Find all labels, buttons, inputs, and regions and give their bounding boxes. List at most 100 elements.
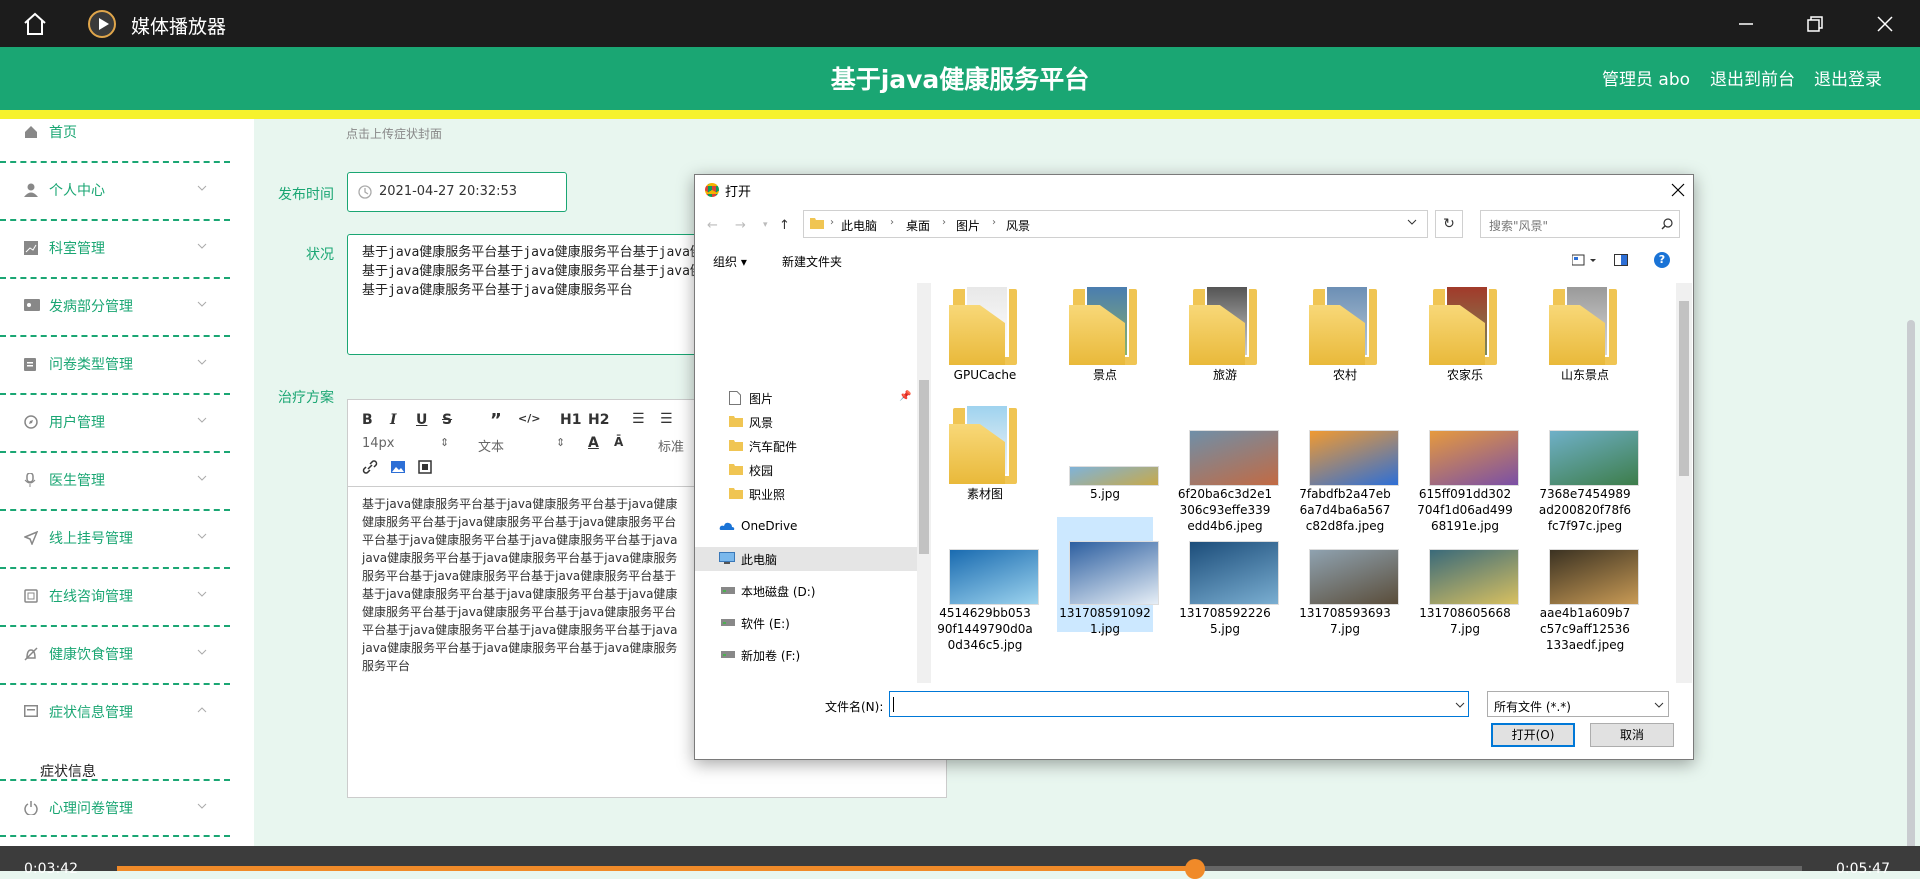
- heading1-button[interactable]: H1: [560, 412, 581, 428]
- image-file-item[interactable]: 7368e7454989ad200820f78f6fc7f97c.jpeg: [1537, 398, 1639, 533]
- image-file-item[interactable]: 5.jpg: [1057, 398, 1159, 513]
- background-color-icon[interactable]: Ā: [614, 435, 623, 449]
- folder-item[interactable]: GPUCache: [937, 283, 1033, 394]
- page-scrollbar[interactable]: [1900, 120, 1920, 860]
- close-icon[interactable]: [1873, 12, 1897, 36]
- file-type-select[interactable]: 所有文件 (*.*): [1487, 691, 1669, 717]
- sidebar-item-online-consult[interactable]: 在线咨询管理: [0, 569, 230, 627]
- sidebar-item-disease[interactable]: 发病部分管理: [0, 279, 230, 337]
- underline-button[interactable]: U: [416, 412, 427, 428]
- italic-button[interactable]: I: [390, 412, 397, 428]
- image-file-item[interactable]: 6f20ba6c3d2e1306c93effe339edd4b6.jpeg: [1177, 398, 1279, 533]
- back-arrow-icon[interactable]: ←: [707, 218, 718, 233]
- breadcrumb-item[interactable]: 桌面: [906, 217, 930, 234]
- status-textarea[interactable]: 基于java健康服务平台基于java健康服务平台基于java健 基于java健康…: [347, 234, 707, 355]
- breadcrumb-item[interactable]: 风景: [1006, 217, 1030, 234]
- file-name: 素材图: [966, 487, 1003, 501]
- image-file-item[interactable]: 615ff091dd302704f1d06ad49968191e.jpg: [1417, 398, 1519, 533]
- folder-item[interactable]: 山东景点: [1537, 283, 1633, 394]
- tree-item-folder[interactable]: 风景: [695, 410, 917, 434]
- address-bar[interactable]: › 此电脑 › 桌面 › 图片 › 风景: [803, 210, 1428, 238]
- chevron-down-icon[interactable]: [1455, 702, 1465, 708]
- filename-input[interactable]: [889, 691, 1469, 717]
- folder-item[interactable]: 素材图: [937, 398, 1033, 513]
- image-file-item[interactable]: 7fabdfb2a47eb6a7d4ba6a567c82d8fa.jpeg: [1297, 398, 1399, 533]
- title-style-select[interactable]: 标准: [658, 436, 684, 455]
- video-icon[interactable]: [418, 460, 432, 474]
- folder-item[interactable]: 农家乐: [1417, 283, 1513, 394]
- image-file-item[interactable]: 1317085936937.jpg: [1297, 517, 1399, 636]
- progress-bar[interactable]: [117, 859, 1802, 879]
- font-size-select[interactable]: 14px: [362, 436, 395, 451]
- tree-scrollbar[interactable]: [917, 283, 931, 683]
- tree-item-onedrive[interactable]: OneDrive: [695, 515, 917, 539]
- tree-item-drive[interactable]: 本地磁盘 (D:): [695, 579, 917, 603]
- bold-button[interactable]: B: [362, 412, 373, 428]
- minimize-icon[interactable]: [1734, 12, 1758, 36]
- bullet-list-icon[interactable]: ☰: [660, 411, 673, 427]
- image-file-item[interactable]: aae4b1a609b7c57c9aff12536133aedf.jpeg: [1537, 517, 1639, 652]
- folder-item[interactable]: 旅游: [1177, 283, 1273, 394]
- strikethrough-button[interactable]: S: [442, 412, 452, 428]
- recent-chevron-icon[interactable]: ▾: [763, 220, 768, 230]
- organize-button[interactable]: 组织 ▾: [713, 253, 747, 270]
- file-grid-scrollbar[interactable]: [1676, 283, 1692, 683]
- new-folder-button[interactable]: 新建文件夹: [782, 253, 842, 270]
- sidebar-item-doctors[interactable]: 医生管理: [0, 453, 230, 511]
- image-file-item[interactable]: 4514629bb05390f1449790d0a0d346c5.jpg: [937, 517, 1039, 652]
- heading2-button[interactable]: H2: [588, 412, 609, 428]
- tree-item-drive[interactable]: 新加卷 (F:): [695, 643, 917, 667]
- breadcrumb-item[interactable]: 此电脑: [841, 217, 877, 234]
- sidebar-item-questionnaire-type[interactable]: 问卷类型管理: [0, 337, 230, 395]
- text-style-select[interactable]: 文本: [478, 436, 504, 455]
- page-scrollbar-thumb[interactable]: [1907, 320, 1915, 860]
- sidebar-subitem-symptom[interactable]: 症状信息: [40, 761, 96, 781]
- preview-pane-icon[interactable]: [1614, 254, 1628, 266]
- tree-item-drive[interactable]: 软件 (E:): [695, 611, 917, 635]
- tree-item-folder[interactable]: 校园: [695, 458, 917, 482]
- logout-link[interactable]: 退出登录: [1814, 65, 1882, 90]
- up-arrow-icon[interactable]: ↑: [779, 218, 790, 233]
- refresh-button[interactable]: ↻: [1435, 210, 1463, 238]
- sidebar-item-department[interactable]: 科室管理: [0, 221, 230, 279]
- file-grid-scrollbar-thumb[interactable]: [1679, 301, 1689, 476]
- sidebar-item-label: 线上挂号管理: [49, 531, 133, 547]
- tree-item-pictures[interactable]: 图片 📌: [695, 386, 917, 410]
- sidebar-item-personal[interactable]: 个人中心: [0, 163, 230, 221]
- progress-knob[interactable]: [1185, 859, 1205, 879]
- help-icon[interactable]: ?: [1654, 252, 1670, 268]
- tree-item-this-pc[interactable]: 此电脑: [695, 547, 917, 571]
- tree-item-folder[interactable]: 职业照: [695, 482, 917, 506]
- back-to-front-link[interactable]: 退出到前台: [1710, 65, 1795, 90]
- home-icon[interactable]: [22, 11, 48, 37]
- sidebar-item-home[interactable]: 首页: [0, 119, 230, 163]
- tree-scrollbar-thumb[interactable]: [919, 380, 929, 554]
- sidebar-item-online-register[interactable]: 线上挂号管理: [0, 511, 230, 569]
- cancel-button[interactable]: 取消: [1590, 723, 1674, 747]
- image-file-item[interactable]: 1317085910921.jpg: [1057, 517, 1159, 636]
- breadcrumb-item[interactable]: 图片: [956, 217, 980, 234]
- link-icon[interactable]: [362, 460, 378, 474]
- sidebar-item-users[interactable]: 用户管理: [0, 395, 230, 453]
- restore-icon[interactable]: [1803, 12, 1827, 36]
- code-icon[interactable]: </>: [518, 412, 540, 425]
- close-icon[interactable]: [1671, 183, 1685, 197]
- chevron-down-icon[interactable]: [1407, 219, 1417, 225]
- publish-time-input[interactable]: 2021-04-27 20:32:53: [347, 172, 567, 212]
- ordered-list-icon[interactable]: ☰: [632, 411, 645, 427]
- view-options-icon[interactable]: [1572, 254, 1598, 266]
- image-icon[interactable]: [390, 460, 406, 474]
- quote-icon[interactable]: ”: [490, 410, 502, 431]
- tree-item-folder[interactable]: 汽车配件: [695, 434, 917, 458]
- forward-arrow-icon[interactable]: →: [735, 218, 746, 233]
- image-file-item[interactable]: 1317086056687.jpg: [1417, 517, 1519, 636]
- open-button[interactable]: 打开(O): [1491, 723, 1575, 747]
- image-file-item[interactable]: 1317085922265.jpg: [1177, 517, 1279, 636]
- font-color-icon[interactable]: A: [588, 435, 599, 451]
- sidebar-item-symptom-info[interactable]: 症状信息管理: [0, 685, 230, 743]
- folder-item[interactable]: 农村: [1297, 283, 1393, 394]
- search-box[interactable]: 搜索"风景": [1480, 210, 1680, 238]
- folder-item[interactable]: 景点: [1057, 283, 1153, 394]
- sidebar-item-healthy-diet[interactable]: 健康饮食管理: [0, 627, 230, 685]
- sidebar-item-psych-questionnaire[interactable]: 心理问卷管理: [0, 779, 230, 837]
